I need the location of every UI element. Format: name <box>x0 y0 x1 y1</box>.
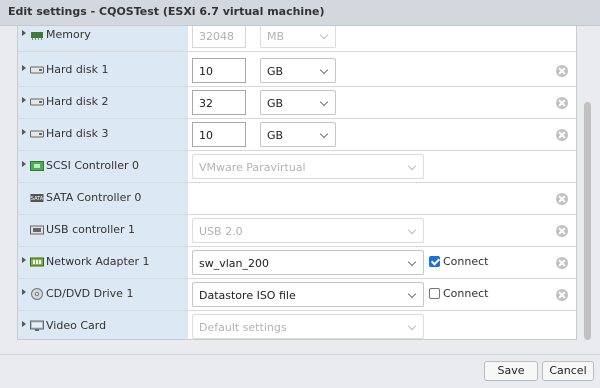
expand-caret-icon[interactable] <box>22 289 26 295</box>
hard-disk-icon <box>30 98 44 106</box>
row-label: CD/DVD Drive 1 <box>46 287 134 300</box>
chevron-down-icon <box>319 97 329 107</box>
memory-size-input[interactable]: 32048 <box>192 26 246 48</box>
chevron-down-icon <box>407 321 417 331</box>
window-title: Edit settings - CQOSTest (ESXi 6.7 virtu… <box>8 5 325 18</box>
chevron-down-icon <box>319 65 329 75</box>
memory-icon <box>31 32 43 40</box>
row-sata-controller-0: SATA SATA Controller 0 <box>18 183 576 215</box>
row-scsi-controller-0: SCSI Controller 0 VMware Paravirtual <box>18 151 576 183</box>
hard-disk-2-unit-select[interactable]: GB <box>260 90 336 115</box>
row-label: Network Adapter 1 <box>46 255 150 268</box>
expand-caret-icon[interactable] <box>22 257 26 263</box>
row-hard-disk-3: Hard disk 3 10 GB <box>18 119 576 151</box>
video-card-settings-select[interactable]: Default settings <box>192 314 424 339</box>
chevron-down-icon <box>319 129 329 139</box>
hard-disk-3-unit-select[interactable]: GB <box>260 122 336 147</box>
cd-dvd-connect-checkbox[interactable] <box>429 288 440 299</box>
video-card-icon <box>30 320 44 331</box>
memory-unit-select[interactable]: MB <box>260 26 336 48</box>
cd-dvd-icon <box>31 288 43 300</box>
row-label: SCSI Controller 0 <box>46 159 139 172</box>
select-value: VMware Paravirtual <box>199 161 306 174</box>
row-label: Memory <box>46 28 91 41</box>
svg-text:SATA: SATA <box>31 196 44 202</box>
chevron-down-icon <box>407 257 417 267</box>
window-titlebar: Edit settings - CQOSTest (ESXi 6.7 virtu… <box>0 0 600 26</box>
row-network-adapter-1: Network Adapter 1 sw_vlan_200 Connect <box>18 247 576 279</box>
select-value: Datastore ISO file <box>199 289 296 302</box>
remove-device-icon[interactable] <box>556 97 568 109</box>
scrollbar-thumb[interactable] <box>584 102 591 340</box>
hard-disk-icon <box>30 66 44 74</box>
network-connect-checkbox[interactable] <box>429 256 440 267</box>
row-hard-disk-1: Hard disk 1 10 GB <box>18 55 576 87</box>
row-label: USB controller 1 <box>46 223 136 236</box>
remove-device-icon[interactable] <box>556 129 568 141</box>
network-select[interactable]: sw_vlan_200 <box>192 250 424 275</box>
scsi-controller-icon <box>30 161 44 171</box>
row-label: Video Card <box>46 319 107 332</box>
chevron-down-icon <box>407 289 417 299</box>
expand-caret-icon[interactable] <box>22 65 26 71</box>
vertical-scrollbar[interactable] <box>583 26 593 348</box>
settings-panel: Memory 32048 MB Hard disk 1 10 GB Hard d… <box>17 26 577 340</box>
network-connect-label: Connect <box>443 255 489 268</box>
chevron-down-icon <box>407 225 417 235</box>
expand-caret-icon[interactable] <box>22 321 26 327</box>
dialog-footer: Save Cancel <box>0 354 600 388</box>
hard-disk-3-size-input[interactable]: 10 <box>192 122 246 147</box>
row-cd-dvd-drive-1: CD/DVD Drive 1 Datastore ISO file Connec… <box>18 279 576 311</box>
select-value: sw_vlan_200 <box>199 257 270 270</box>
chevron-down-icon <box>407 161 417 171</box>
hard-disk-icon <box>30 130 44 138</box>
save-button[interactable]: Save <box>484 361 538 381</box>
row-memory: Memory 32048 MB <box>18 26 576 52</box>
sata-controller-icon: SATA <box>30 194 44 202</box>
select-value: USB 2.0 <box>199 225 243 238</box>
row-usb-controller-1: USB controller 1 USB 2.0 <box>18 215 576 247</box>
select-value: Default settings <box>199 321 287 334</box>
remove-device-icon[interactable] <box>556 225 568 237</box>
chevron-down-icon <box>319 30 329 40</box>
row-label: Hard disk 1 <box>46 63 109 76</box>
expand-caret-icon[interactable] <box>22 97 26 103</box>
select-value: MB <box>267 30 285 43</box>
remove-device-icon[interactable] <box>556 65 568 77</box>
row-label: Hard disk 3 <box>46 127 109 140</box>
cd-dvd-media-select[interactable]: Datastore ISO file <box>192 282 424 307</box>
expand-caret-icon[interactable] <box>22 161 26 167</box>
scsi-controller-type-select[interactable]: VMware Paravirtual <box>192 154 424 179</box>
row-video-card: Video Card Default settings <box>18 311 576 339</box>
cancel-button[interactable]: Cancel <box>542 361 594 381</box>
hard-disk-1-size-input[interactable]: 10 <box>192 58 246 83</box>
select-value: GB <box>267 65 284 78</box>
usb-controller-type-select[interactable]: USB 2.0 <box>192 218 424 243</box>
remove-device-icon[interactable] <box>556 193 568 205</box>
cd-dvd-connect-label: Connect <box>443 287 489 300</box>
row-label: Hard disk 2 <box>46 95 109 108</box>
usb-icon <box>30 225 44 235</box>
hard-disk-1-unit-select[interactable]: GB <box>260 58 336 83</box>
hard-disk-2-size-input[interactable]: 32 <box>192 90 246 115</box>
select-value: GB <box>267 97 284 110</box>
row-hard-disk-2: Hard disk 2 32 GB <box>18 87 576 119</box>
expand-caret-icon[interactable] <box>22 129 26 135</box>
select-value: GB <box>267 129 284 142</box>
row-label: SATA Controller 0 <box>46 191 142 204</box>
remove-device-icon[interactable] <box>556 289 568 301</box>
expand-caret-icon[interactable] <box>22 30 26 36</box>
remove-device-icon[interactable] <box>556 257 568 269</box>
network-adapter-icon <box>30 257 44 267</box>
